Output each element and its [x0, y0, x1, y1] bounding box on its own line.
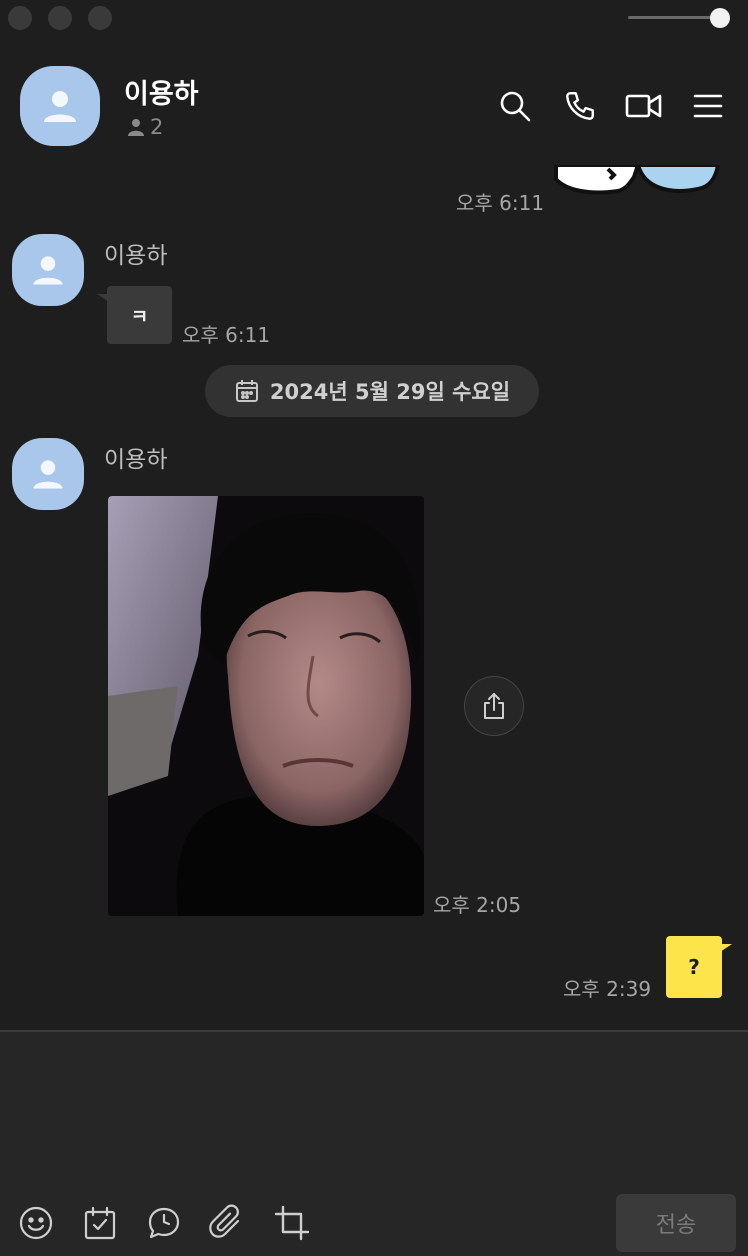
date-divider: 2024년 5월 29일 수요일 — [205, 365, 539, 417]
sender-avatar[interactable] — [12, 234, 84, 306]
message-bubble[interactable]: ㅋ — [97, 286, 172, 344]
chat-window: 이용하 2 오후 6:11 이용하 ㅋ 오후 6:11 2024년 5월 29일… — [0, 0, 748, 1256]
opacity-slider-track[interactable] — [628, 16, 720, 19]
sticker-image[interactable] — [548, 165, 728, 201]
send-button[interactable]: 전송 — [616, 1194, 736, 1252]
paperclip-icon[interactable] — [208, 1204, 246, 1242]
sender-name: 이용하 — [104, 447, 168, 473]
calendar-check-icon[interactable] — [81, 1204, 119, 1242]
date-divider-label: 2024년 5월 29일 수요일 — [269, 380, 511, 404]
person-icon — [33, 256, 63, 285]
person-small-icon — [128, 119, 144, 136]
share-icon — [484, 693, 504, 719]
close-window-button[interactable] — [8, 6, 32, 30]
person-icon — [33, 460, 63, 489]
phone-icon[interactable] — [560, 86, 600, 126]
person-icon — [44, 91, 76, 122]
message-time: 오후 2:39 — [563, 977, 652, 1001]
photo-message[interactable] — [108, 496, 424, 916]
sender-name: 이용하 — [104, 243, 168, 269]
message-time: 오후 6:11 — [182, 323, 271, 347]
opacity-slider-knob[interactable] — [710, 8, 730, 28]
chat-title: 이용하 — [124, 79, 199, 110]
search-icon[interactable] — [495, 86, 535, 126]
chatroom-avatar[interactable] — [20, 66, 100, 146]
sender-avatar[interactable] — [12, 438, 84, 510]
message-time: 오후 2:05 — [433, 893, 522, 917]
menu-icon[interactable] — [688, 86, 728, 126]
minimize-window-button[interactable] — [48, 6, 72, 30]
calendar-icon — [235, 380, 258, 402]
message-bubble[interactable]: ? — [666, 936, 732, 998]
member-count[interactable]: 2 — [126, 115, 163, 139]
member-count-value: 2 — [150, 115, 164, 139]
emoticon-icon[interactable] — [17, 1204, 55, 1242]
message-time: 오후 6:11 — [456, 191, 545, 215]
video-call-icon[interactable] — [624, 86, 664, 126]
zoom-window-button[interactable] — [88, 6, 112, 30]
crop-icon[interactable] — [273, 1204, 311, 1242]
share-button[interactable] — [464, 676, 524, 736]
message-input[interactable] — [20, 1046, 720, 1186]
chat-bubble-clock-icon[interactable] — [145, 1204, 183, 1242]
